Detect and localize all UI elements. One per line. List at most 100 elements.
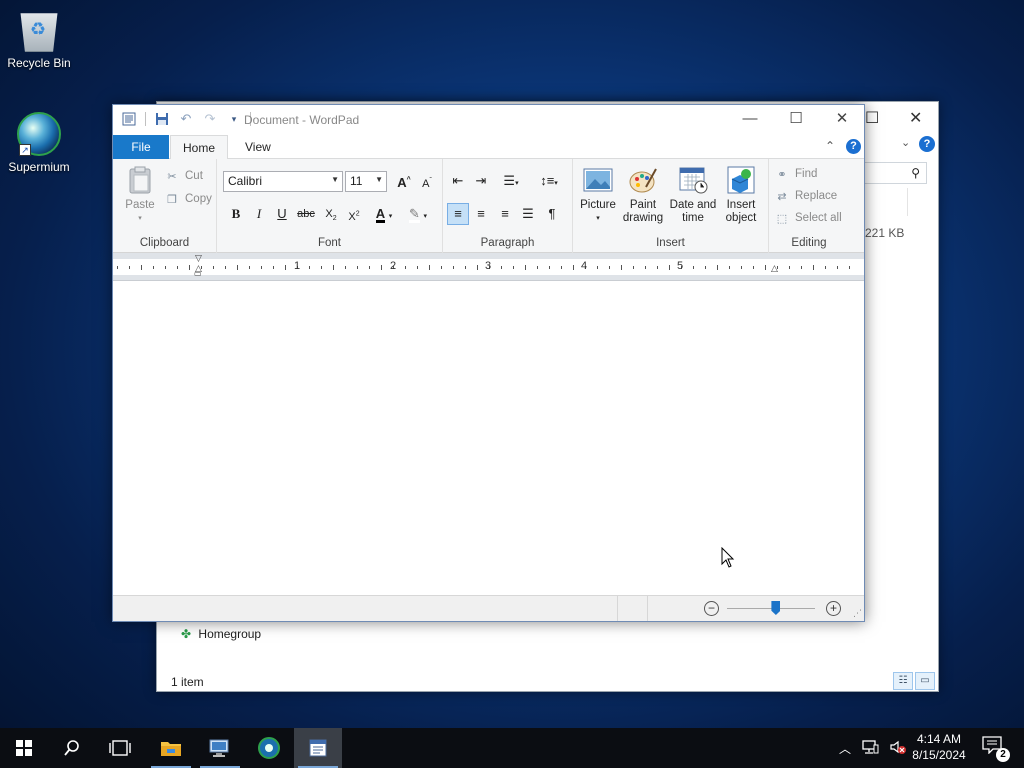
large-icons-view-icon[interactable]: ▭: [915, 672, 935, 690]
increase-indent-button[interactable]: ⇥: [470, 170, 492, 192]
task-view-button[interactable]: [96, 728, 144, 768]
align-right-button[interactable]: ≡: [494, 203, 516, 225]
status-segment: [617, 596, 647, 621]
replace-button[interactable]: ⇄ Replace: [775, 189, 837, 203]
system-tray: ︿: [839, 728, 907, 768]
ruler-tick: [285, 265, 286, 270]
search-button[interactable]: [48, 728, 96, 768]
desktop-icon-supermium[interactable]: ↗ Supermium: [1, 112, 77, 174]
text-color-button[interactable]: A ▾: [369, 203, 399, 225]
justify-icon: ☰: [522, 206, 534, 221]
tab-view[interactable]: View: [231, 135, 285, 159]
details-view-icon[interactable]: ☷: [893, 672, 913, 690]
zoom-out-button[interactable]: −: [704, 601, 719, 616]
ribbon: Paste ▾ ✂ Cut ❐ Copy Clipboard Calibri ▼…: [113, 159, 864, 253]
taskbar-supermium[interactable]: [245, 728, 293, 768]
show-hidden-icons-icon[interactable]: ︿: [839, 740, 851, 757]
chevron-down-icon[interactable]: ⌄: [901, 136, 910, 149]
ruler-tick: [381, 265, 382, 270]
homegroup-icon: ✤: [181, 627, 192, 641]
right-indent-marker[interactable]: △: [771, 263, 778, 274]
document-editor[interactable]: [113, 281, 864, 595]
maximize-icon[interactable]: ☐: [865, 108, 879, 128]
taskbar-clock[interactable]: 4:14 AM 8/15/2024: [906, 731, 972, 763]
strikethrough-button[interactable]: abc: [295, 203, 317, 225]
cut-button[interactable]: ✂ Cut: [165, 169, 203, 183]
find-button[interactable]: ⚭ Find: [775, 167, 817, 181]
title-bar[interactable]: ↶ ↷ ▾ Document - WordPad — ☐ ✕: [113, 105, 864, 135]
help-icon[interactable]: ?: [919, 136, 935, 152]
grow-font-button[interactable]: A^: [393, 170, 415, 192]
tab-file[interactable]: File: [113, 135, 169, 159]
wordpad-window[interactable]: ↶ ↷ ▾ Document - WordPad — ☐ ✕ File Home…: [112, 104, 865, 622]
ruler-tick: [369, 266, 370, 269]
volume-muted-icon[interactable]: [889, 739, 907, 758]
date-time-button[interactable]: Date and time: [667, 165, 719, 225]
decrease-indent-button[interactable]: ⇤: [447, 170, 469, 192]
font-size-select[interactable]: 11 ▼: [345, 171, 387, 192]
ruler-tick: [261, 266, 262, 269]
action-center-button[interactable]: 2: [982, 736, 1010, 762]
zoom-slider[interactable]: [727, 608, 815, 609]
close-icon[interactable]: ✕: [909, 108, 922, 128]
tab-home[interactable]: Home: [170, 135, 228, 160]
chevron-down-icon: ▾: [423, 213, 428, 220]
maximize-button[interactable]: ☐: [773, 105, 819, 135]
justify-button[interactable]: ☰: [517, 203, 539, 225]
insert-object-button[interactable]: Insert object: [721, 165, 761, 225]
highlight-color-button[interactable]: ✎ ▾: [403, 203, 433, 225]
shrink-font-button[interactable]: Aˇ: [416, 170, 438, 192]
chevron-down-icon: ▾: [554, 180, 558, 187]
paint-drawing-button[interactable]: Paint drawing: [621, 165, 665, 225]
zoom-in-button[interactable]: +: [826, 601, 841, 616]
redo-icon[interactable]: ↷: [202, 111, 218, 127]
customize-toolbar-icon[interactable]: ▾: [226, 111, 242, 127]
align-center-button[interactable]: ≡: [470, 203, 492, 225]
select-all-button[interactable]: ⬚ Select all: [775, 211, 842, 225]
align-left-button[interactable]: ≡: [447, 203, 469, 225]
paste-button[interactable]: Paste ▾: [121, 165, 159, 225]
subscript-button[interactable]: X2: [320, 203, 342, 225]
bullets-button[interactable]: ☰▾: [496, 170, 526, 192]
save-icon[interactable]: [154, 111, 170, 127]
undo-icon[interactable]: ↶: [178, 111, 194, 127]
paint-drawing-label-1: Paint: [629, 199, 657, 211]
bold-button[interactable]: B: [225, 203, 247, 225]
left-indent-marker[interactable]: ▭: [194, 269, 202, 278]
start-button[interactable]: [0, 728, 48, 768]
font-family-select[interactable]: Calibri ▼: [223, 171, 343, 192]
underline-button[interactable]: U: [271, 203, 293, 225]
search-input[interactable]: ⚲: [857, 162, 927, 184]
resize-grip-icon[interactable]: ⋰: [853, 608, 862, 619]
ruler-tick: [441, 266, 442, 269]
binoculars-icon: ⚭: [777, 168, 787, 181]
collapse-ribbon-icon[interactable]: ⌃: [825, 139, 835, 153]
ruler[interactable]: 1 2 3 4 5 ▽ △ ▭ △: [113, 253, 864, 281]
taskbar-network-app[interactable]: [196, 728, 244, 768]
nav-item-homegroup[interactable]: ✤ Homegroup: [181, 627, 261, 641]
paragraph-settings-button[interactable]: ¶: [541, 203, 563, 225]
network-icon[interactable]: [861, 739, 879, 758]
text-color-icon: A: [375, 206, 386, 223]
taskbar-file-explorer[interactable]: [147, 728, 195, 768]
chevron-down-icon: ▾: [388, 213, 393, 220]
picture-button[interactable]: Picture ▾: [577, 165, 619, 225]
superscript-button[interactable]: X2: [343, 203, 365, 225]
line-spacing-button[interactable]: ↕≡▾: [534, 170, 564, 192]
close-button[interactable]: ✕: [819, 105, 865, 135]
wordpad-app-icon[interactable]: [121, 111, 137, 127]
copy-button[interactable]: ❐ Copy: [165, 192, 212, 206]
desktop-icon-recycle-bin[interactable]: Recycle Bin: [1, 8, 77, 70]
help-icon[interactable]: ?: [846, 139, 861, 154]
view-switcher: ☷ ▭: [893, 672, 935, 690]
minimize-button[interactable]: —: [727, 105, 773, 135]
picture-label: Picture: [580, 199, 616, 211]
ruler-tick: [561, 266, 562, 269]
notification-badge: 2: [996, 748, 1010, 762]
ruler-tick: [453, 266, 454, 269]
ruler-tick: [729, 266, 730, 269]
taskbar-wordpad[interactable]: [294, 728, 342, 768]
ruler-tick: [537, 266, 538, 269]
ruler-tick: [717, 265, 718, 270]
italic-button[interactable]: I: [248, 203, 270, 225]
